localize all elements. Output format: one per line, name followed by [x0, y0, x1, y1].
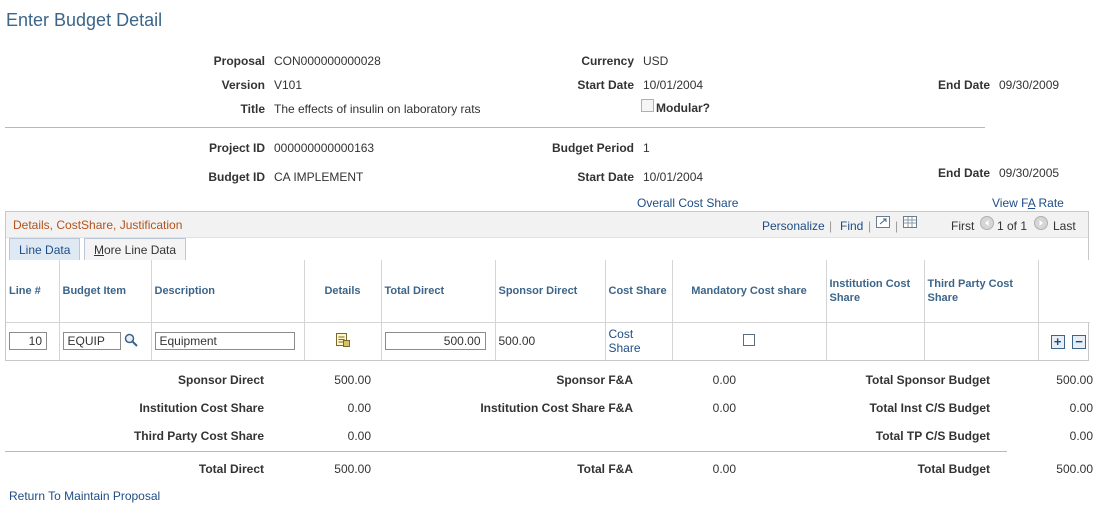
budget-id-label: Budget ID: [208, 170, 265, 184]
total-fa-value: 0.00: [712, 462, 736, 476]
col-details: Details: [304, 260, 382, 323]
delete-row-button[interactable]: −: [1072, 334, 1086, 349]
version-label: Version: [221, 78, 265, 92]
col-description: Description: [151, 260, 305, 323]
grid-tabs: Line Data More Line Data: [6, 238, 1088, 262]
mandatory-cost-share-checkbox[interactable]: [743, 333, 755, 346]
title-label: Title: [240, 102, 265, 116]
totals-divider: [5, 451, 1007, 452]
grid-header-bar: Details, CostShare, Justification Person…: [6, 212, 1088, 238]
total-direct-input[interactable]: [384, 332, 486, 351]
details-icon[interactable]: [335, 332, 351, 351]
col-actions: [1038, 260, 1090, 323]
return-to-maintain-proposal-link[interactable]: Return To Maintain Proposal: [9, 489, 160, 503]
budget-item-input[interactable]: [62, 332, 121, 351]
institution-cost-share-total: 0.00: [347, 401, 371, 415]
budget-lines-grid: Details, CostShare, Justification Person…: [5, 211, 1090, 361]
total-sponsor-budget-label: Total Sponsor Budget: [865, 373, 990, 387]
add-row-button[interactable]: +: [1050, 334, 1065, 349]
lines-table: Line # Budget Item Description Details T…: [6, 260, 1090, 360]
budget-period-value: 1: [643, 141, 650, 155]
cost-share-link[interactable]: Cost Share: [609, 327, 641, 355]
period-end-date-label: End Date: [937, 166, 990, 180]
currency-label: Currency: [581, 54, 634, 68]
proposal-value: CON000000000028: [274, 54, 381, 68]
total-tp-cs-budget-value: 0.00: [1069, 429, 1093, 443]
col-total-direct: Total Direct: [381, 260, 496, 323]
modular-label: Modular?: [656, 101, 710, 115]
total-sponsor-budget-value: 500.00: [1056, 373, 1093, 387]
sponsor-direct-value: 500.00: [495, 322, 606, 360]
sponsor-direct-label: Sponsor Direct: [177, 373, 264, 387]
page-title: Enter Budget Detail: [6, 10, 163, 30]
separator: |: [895, 219, 899, 233]
table-header-row: Line # Budget Item Description Details T…: [6, 260, 1090, 323]
period-end-date-value: 09/30/2005: [999, 166, 1060, 180]
third-party-cost-share-cell: [924, 322, 1039, 360]
institution-cost-share-fa-label: Institution Cost Share F&A: [480, 401, 633, 415]
start-date-value: 10/01/2004: [643, 78, 704, 92]
total-budget-value: 500.00: [1056, 462, 1093, 476]
view-fa-rate-link[interactable]: View FA Rate: [992, 196, 1064, 210]
total-fa-label: Total F&A: [577, 462, 633, 476]
sponsor-fa-label: Sponsor F&A: [556, 373, 633, 387]
grid-title: Details, CostShare, Justification: [13, 218, 183, 232]
institution-cost-share-cell: [826, 322, 925, 360]
third-party-cost-share-label: Third Party Cost Share: [133, 429, 264, 443]
divider: [5, 127, 985, 128]
personalize-link[interactable]: Personalize: [762, 219, 825, 233]
total-direct-value: 500.00: [334, 462, 371, 476]
institution-cost-share-fa-value: 0.00: [712, 401, 736, 415]
previous-icon[interactable]: [980, 216, 994, 230]
download-grid-icon[interactable]: [903, 216, 917, 228]
col-mandatory-cost-share: Mandatory Cost share: [672, 260, 827, 323]
pager-range: 1 of 1: [997, 219, 1028, 233]
total-tp-cs-budget-label: Total TP C/S Budget: [875, 429, 990, 443]
total-inst-cs-budget-value: 0.00: [1069, 401, 1093, 415]
pager-last[interactable]: Last: [1053, 219, 1076, 233]
proposal-title-value: The effects of insulin on laboratory rat…: [274, 102, 481, 116]
budget-period-label: Budget Period: [551, 141, 634, 155]
budget-id-value: CA IMPLEMENT: [274, 170, 364, 184]
end-date-value: 09/30/2009: [999, 78, 1060, 92]
modular-checkbox: [641, 99, 654, 112]
period-start-date-label: Start Date: [577, 170, 634, 184]
currency-value: USD: [643, 54, 669, 68]
col-sponsor-direct: Sponsor Direct: [495, 260, 606, 323]
lookup-icon[interactable]: [124, 333, 138, 350]
view-all-icon[interactable]: [876, 216, 890, 228]
overall-cost-share-link[interactable]: Overall Cost Share: [637, 196, 738, 210]
find-link[interactable]: Find: [840, 219, 863, 233]
project-id-value: 000000000000163: [274, 141, 375, 155]
col-budget-item: Budget Item: [59, 260, 152, 323]
col-third-party-cost-share: Third Party Cost Share: [924, 260, 1039, 323]
col-line: Line #: [6, 260, 60, 323]
separator: |: [868, 219, 872, 233]
sponsor-fa-value: 0.00: [712, 373, 736, 387]
start-date-label: Start Date: [577, 78, 634, 92]
total-inst-cs-budget-label: Total Inst C/S Budget: [869, 401, 990, 415]
project-id-label: Project ID: [208, 141, 265, 155]
end-date-label: End Date: [937, 78, 990, 92]
line-number-input[interactable]: [9, 332, 47, 351]
sponsor-direct-total: 500.00: [334, 373, 371, 387]
total-budget-label: Total Budget: [917, 462, 990, 476]
tab-more-line-data[interactable]: More Line Data: [84, 238, 187, 260]
third-party-cost-share-total: 0.00: [347, 429, 371, 443]
table-row: 500.00 Cost Share + −: [6, 322, 1090, 360]
tab-line-data[interactable]: Line Data: [9, 238, 81, 260]
separator: |: [829, 219, 833, 233]
description-input[interactable]: [154, 332, 295, 351]
next-icon[interactable]: [1034, 216, 1048, 230]
period-start-date-value: 10/01/2004: [643, 170, 704, 184]
col-institution-cost-share: Institution Cost Share: [826, 260, 925, 323]
pager-first[interactable]: First: [951, 219, 974, 233]
institution-cost-share-label: Institution Cost Share: [139, 401, 264, 415]
proposal-label: Proposal: [213, 54, 265, 68]
total-direct-label: Total Direct: [198, 462, 264, 476]
col-cost-share: Cost Share: [605, 260, 673, 323]
version-value: V101: [274, 78, 303, 92]
